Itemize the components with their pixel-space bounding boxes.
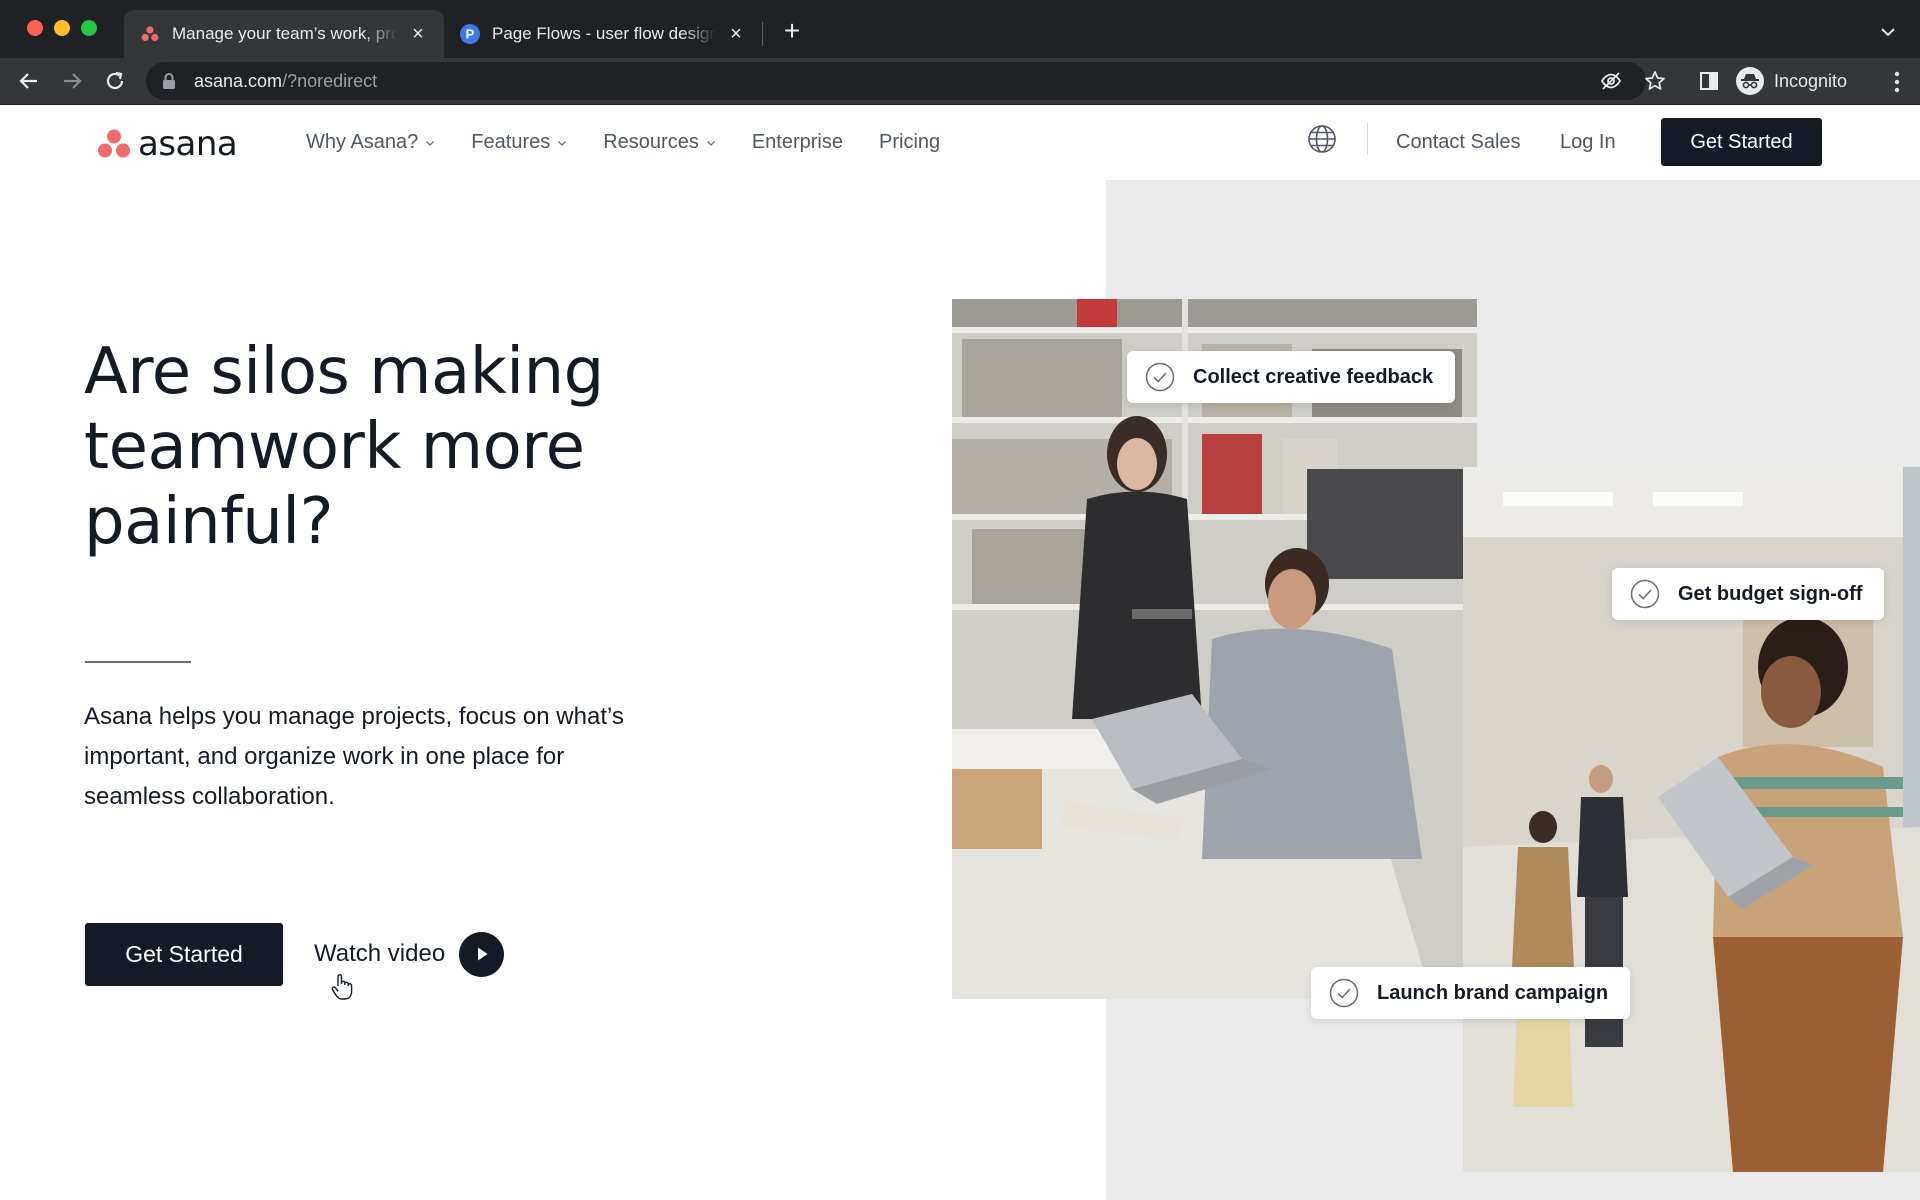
new-tab-button[interactable]: + xyxy=(778,17,806,46)
lock-icon xyxy=(162,73,176,89)
nav-why-asana[interactable]: Why Asana? xyxy=(306,131,435,154)
hand-cursor-icon xyxy=(330,973,354,1001)
tab-title: Page Flows - user flow design xyxy=(492,24,716,43)
browser-tab-bar: Manage your team’s work, projects × P Pa… xyxy=(0,0,1920,58)
tracking-off-eye-icon[interactable] xyxy=(1600,70,1622,92)
chevron-down-icon xyxy=(706,140,715,146)
nav-features[interactable]: Features xyxy=(471,131,567,154)
asana-logo[interactable]: asana xyxy=(98,124,238,164)
nav-label: Why Asana? xyxy=(306,131,419,153)
watch-video-button[interactable]: Watch video xyxy=(314,931,505,977)
hero-description: Asana helps you manage projects, focus o… xyxy=(84,703,624,810)
log-in-link[interactable]: Log In xyxy=(1560,131,1616,154)
address-bar[interactable]: asana.com/?noredirect xyxy=(146,62,1646,100)
incognito-icon xyxy=(1736,67,1764,95)
chevron-down-icon xyxy=(426,140,435,146)
asana-favicon-icon xyxy=(140,24,160,44)
window-close-button[interactable] xyxy=(27,20,43,36)
nav-pricing[interactable]: Pricing xyxy=(879,131,940,154)
check-circle-icon xyxy=(1145,362,1175,392)
main-nav: Why Asana? Features Resources Enterprise… xyxy=(306,131,976,154)
side-panel-icon[interactable] xyxy=(1698,70,1720,92)
asana-logo-icon xyxy=(98,129,130,158)
url-text: asana.com/?noredirect xyxy=(194,71,377,92)
header-get-started-button[interactable]: Get Started xyxy=(1661,118,1822,166)
tab-search-chevron-icon[interactable] xyxy=(1878,22,1898,42)
tab-page-flows[interactable]: P Page Flows - user flow design × xyxy=(444,10,762,58)
globe-language-icon[interactable] xyxy=(1307,124,1337,154)
nav-enterprise[interactable]: Enterprise xyxy=(752,131,843,154)
hero-divider xyxy=(85,661,191,663)
window-zoom-button[interactable] xyxy=(81,20,97,36)
watch-video-label: Watch video xyxy=(314,940,446,967)
page-flows-favicon-icon: P xyxy=(460,24,480,44)
header-divider xyxy=(1367,123,1368,155)
play-icon xyxy=(459,931,505,977)
tab-close-icon[interactable]: × xyxy=(408,24,428,44)
tab-asana[interactable]: Manage your team’s work, projects × xyxy=(124,10,444,58)
asana-homepage: asana Why Asana? Features Resources Ente… xyxy=(0,105,1920,1200)
browser-toolbar: asana.com/?noredirect Incognito xyxy=(0,58,1920,105)
nav-resources[interactable]: Resources xyxy=(603,131,716,154)
back-arrow-icon[interactable] xyxy=(14,66,44,96)
browser-menu-icon[interactable] xyxy=(1894,71,1900,93)
logo-wordmark: asana xyxy=(138,124,238,164)
tab-close-icon[interactable]: × xyxy=(726,24,746,44)
forward-arrow-icon[interactable] xyxy=(57,66,87,96)
check-circle-icon xyxy=(1630,579,1660,609)
check-circle-icon xyxy=(1329,978,1359,1008)
nav-label: Enterprise xyxy=(751,131,843,153)
page-flows-favicon-letter: P xyxy=(466,27,475,42)
nav-label: Resources xyxy=(603,131,699,153)
chip-label: Get budget sign-off xyxy=(1678,582,1863,605)
hero-title: Are silos making teamwork more painful? xyxy=(84,335,604,559)
reload-icon[interactable] xyxy=(100,66,130,96)
contact-sales-link[interactable]: Contact Sales xyxy=(1396,131,1521,154)
incognito-profile-button[interactable]: Incognito xyxy=(1736,66,1847,96)
tab-title: Manage your team’s work, projects xyxy=(172,24,398,43)
url-path: /?noredirect xyxy=(282,70,378,91)
task-chip-budget: Get budget sign-off xyxy=(1612,568,1885,620)
chevron-down-icon xyxy=(558,140,567,146)
bookmark-star-icon[interactable] xyxy=(1644,70,1666,92)
chip-label: Launch brand campaign xyxy=(1377,981,1609,1004)
task-chip-feedback: Collect creative feedback xyxy=(1127,351,1456,403)
url-host: asana.com xyxy=(194,70,283,91)
tab-separator xyxy=(762,22,763,46)
hero-photo-office xyxy=(952,299,1477,999)
chip-label: Collect creative feedback xyxy=(1193,365,1434,388)
profile-label: Incognito xyxy=(1774,70,1848,91)
nav-label: Pricing xyxy=(879,131,941,153)
hero-get-started-button[interactable]: Get Started xyxy=(85,923,283,986)
task-chip-campaign: Launch brand campaign xyxy=(1311,967,1631,1019)
nav-label: Features xyxy=(471,131,551,153)
window-minimize-button[interactable] xyxy=(54,20,70,36)
